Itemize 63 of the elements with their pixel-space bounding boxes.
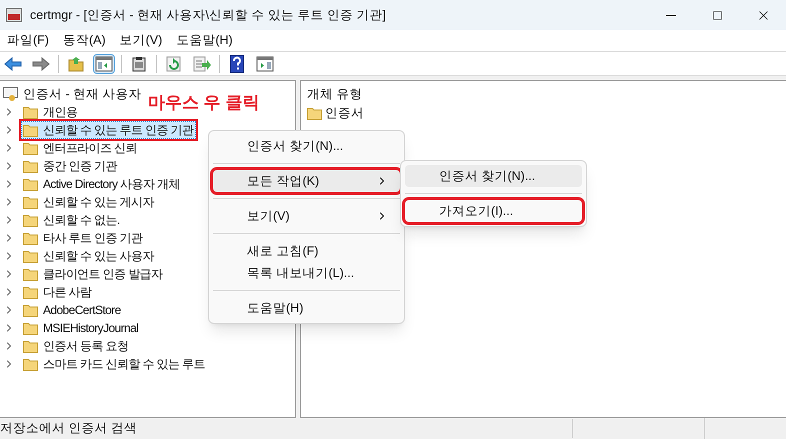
tree-item[interactable]: Active Directory 사용자 개체 [21,175,183,193]
back-arrow-icon [4,56,22,70]
folder-icon [307,106,322,120]
help-icon [230,54,244,72]
tree-item[interactable]: 인증서 등록 요청 [21,337,132,355]
folder-icon [23,160,38,172]
folder-up-icon [68,56,84,72]
folder-icon [23,232,38,244]
minimize-icon [666,14,676,16]
menu-item[interactable]: 목록 내보내기(L)... [213,262,400,284]
refresh-icon [166,56,182,72]
menu-bar-item[interactable]: 동작(A) [58,31,110,50]
annotation-text: 마우스 우 클릭 [148,92,260,114]
tree-item[interactable]: 신뢰할 수 없는. [21,211,123,229]
tree-item[interactable]: 신뢰할 수 있는 사용자 [21,247,157,265]
folder-icon [23,124,38,136]
tree-item[interactable]: MSIEHistoryJournal [21,319,142,337]
tree-item[interactable]: 스마트 카드 신뢰할 수 있는 루트 [21,355,208,373]
window-title: certmgr - [인증서 - 현재 사용자\신뢰할 수 있는 루트 인증 기관] [30,6,386,24]
tree-item[interactable]: 개인용 [21,103,80,121]
menu-bar-item[interactable]: 도움말(H) [172,31,237,50]
folder-icon [23,358,38,370]
console-tree-icon [95,56,113,72]
tree-item[interactable]: 타사 루트 인증 기관 [21,229,146,247]
app-icon [6,8,22,22]
list-item[interactable]: 인증서 [307,103,364,123]
menu-item[interactable]: 새로 고침(F) [213,240,400,262]
folder-icon [23,106,38,118]
menu-item[interactable]: 인증서 찾기(N)... [213,135,400,157]
forward-arrow-icon [32,56,50,70]
menu-bar-item[interactable]: 파일(F) [3,31,53,50]
folder-icon [23,142,38,154]
clipboard-icon [132,56,146,72]
folder-icon [23,196,38,208]
menu-bar-item[interactable]: 보기(V) [116,31,166,50]
column-header[interactable]: 개체 유형 [307,85,362,103]
folder-icon [23,214,38,226]
tree-item[interactable]: 중간 인증 기관 [21,157,120,175]
tree-item[interactable]: 엔터프라이즈 신뢰 [21,139,140,157]
certificate-icon [3,86,19,102]
action-pane-icon [256,56,274,72]
export-list-icon [193,56,211,72]
folder-icon [23,286,38,298]
maximize-icon [712,10,722,20]
menu-item[interactable]: 가져오기(I)... [405,200,582,222]
menu-item[interactable]: 도움말(H) [213,297,400,319]
toolbar-button[interactable] [254,54,276,74]
menu-item[interactable]: 보기(V) [213,205,400,227]
folder-icon [23,178,38,190]
tree-item[interactable]: AdobeCertStore [21,301,124,319]
menu-item[interactable]: 모든 작업(K) [213,170,400,192]
folder-icon [23,340,38,352]
folder-icon [23,250,38,262]
tree-item[interactable]: 다른 사람 [21,283,94,301]
tree-item[interactable]: 클라이언트 인증 발급자 [21,265,166,283]
folder-icon [23,304,38,316]
tree-item[interactable]: 신뢰할 수 있는 루트 인증 기관 [21,121,196,139]
tree-item[interactable]: 신뢰할 수 있는 게시자 [21,193,157,211]
toolbar-button[interactable] [93,54,115,74]
folder-icon [23,268,38,280]
status-text: 저장소에서 인증서 검색 [0,419,573,438]
folder-icon [23,322,38,334]
menu-item[interactable]: 인증서 찾기(N)... [405,165,582,187]
